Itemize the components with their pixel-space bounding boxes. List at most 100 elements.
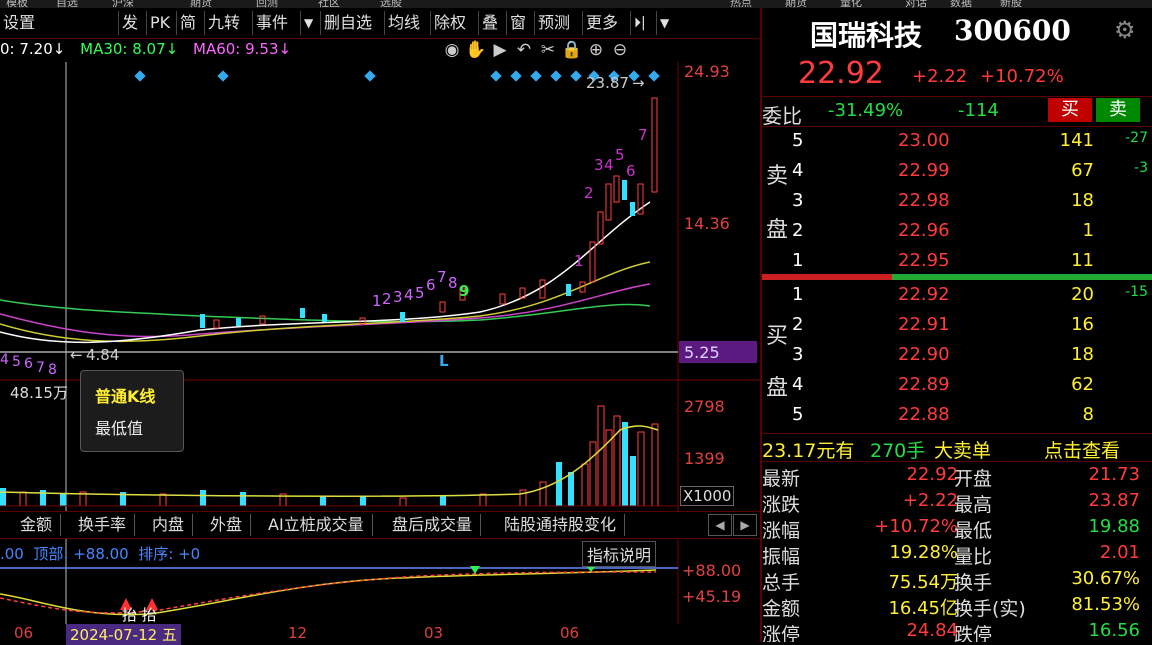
- buy-level-5: 5 22.88 8: [792, 404, 1094, 425]
- indicator-tabs: 金额 换手率 内盘 外盘 AI立桩成交量 盘后成交量 陆股通持股变化 ◀ ▶: [0, 511, 760, 539]
- sell-level-3: 3 22.98 18: [792, 190, 1094, 211]
- ex-rights-button[interactable]: 除权: [430, 11, 469, 35]
- price-axis-mid: 14.36: [684, 214, 730, 233]
- toolbar-button-pk[interactable]: PK: [146, 11, 173, 35]
- divider: [762, 433, 1152, 434]
- hand-icon[interactable]: ✋: [464, 40, 488, 60]
- indicator-explain-button[interactable]: 指标说明: [582, 541, 657, 567]
- menu-item[interactable]: 量化: [840, 0, 862, 8]
- menu-item[interactable]: 选股: [380, 0, 402, 8]
- indicator-line-red: [0, 571, 657, 614]
- forecast-button[interactable]: 预测: [534, 11, 573, 35]
- settings-button[interactable]: 设置: [0, 11, 38, 35]
- menu-item[interactable]: 对话: [905, 0, 927, 8]
- play-icon[interactable]: ▶: [488, 40, 512, 60]
- order-balance-bar-sell: [762, 274, 892, 280]
- indicator-axis-top: +88.00: [682, 561, 742, 580]
- menu-item[interactable]: 沪深: [112, 0, 134, 8]
- indicator-marker: [470, 566, 480, 574]
- toolbar-button-jiuzhuan[interactable]: 九转: [204, 11, 243, 35]
- tab-ai-volume[interactable]: AI立桩成交量: [260, 514, 373, 536]
- menu-item[interactable]: 社区: [318, 0, 340, 8]
- ma60-value: MA60: 9.53↓: [193, 40, 292, 58]
- divider: [762, 461, 1152, 462]
- weibi-label: 委比: [762, 104, 802, 128]
- toolbar-button-simple[interactable]: 简: [176, 11, 199, 35]
- more-button[interactable]: 更多: [582, 11, 621, 35]
- event-markers[interactable]: [134, 70, 660, 82]
- tab-inner[interactable]: 内盘: [144, 514, 194, 536]
- zoom-out-icon[interactable]: ⊖: [608, 40, 632, 60]
- indicator-line-yellow: [0, 569, 657, 616]
- sell-level-2: 2 22.96 1: [792, 220, 1094, 241]
- count2-6: 6: [626, 162, 636, 180]
- scroll-right-button[interactable]: ▶: [733, 514, 757, 536]
- date-tick: 06: [14, 624, 34, 642]
- ma30-value: MA30: 8.07↓: [80, 40, 179, 58]
- lock-icon[interactable]: 🔒: [560, 40, 584, 60]
- window-button[interactable]: 窗: [506, 11, 529, 35]
- kline-tooltip: 普通K线 最低值: [80, 370, 184, 452]
- buy-level-2: 2 22.91 16: [792, 314, 1094, 335]
- scissors-icon[interactable]: ✂: [536, 40, 560, 60]
- count-bottom-6: 6: [24, 356, 33, 372]
- remove-watchlist-button[interactable]: 删自选: [320, 11, 375, 35]
- menu-item[interactable]: 期货: [785, 0, 807, 8]
- weibi-diff: -114: [958, 100, 999, 121]
- gear-icon[interactable]: ⚙: [1114, 16, 1136, 44]
- price-axis-low: 5.25: [684, 343, 720, 362]
- count-7: 7: [437, 268, 447, 286]
- zoom-in-icon[interactable]: ⊕: [584, 40, 608, 60]
- buy-button[interactable]: 买: [1048, 98, 1092, 122]
- toolbar-button-fa[interactable]: 发: [118, 11, 141, 35]
- overlay-button[interactable]: 叠: [478, 11, 501, 35]
- indicator-markers-text: 抬 抬: [122, 606, 157, 624]
- skip-end-icon[interactable]: ⏵|: [630, 11, 649, 35]
- menu-item[interactable]: 模板: [6, 0, 28, 8]
- date-axis: 06 2024-07-12 五 12 03 06: [0, 624, 680, 645]
- volume-axis-mid: 1399: [684, 449, 725, 468]
- tab-turnover[interactable]: 换手率: [70, 514, 136, 536]
- scroll-left-button[interactable]: ◀: [708, 514, 732, 536]
- sell-button[interactable]: 卖: [1096, 98, 1140, 122]
- volume-unit: X1000: [680, 486, 735, 506]
- events-dropdown-button[interactable]: ▼: [300, 11, 316, 35]
- tooltip-title: 普通K线: [95, 387, 156, 406]
- menu-item[interactable]: 回测: [256, 0, 278, 8]
- menu-item[interactable]: 自选: [56, 0, 78, 8]
- eye-icon[interactable]: ◉: [440, 40, 464, 60]
- tab-after-hours-volume[interactable]: 盘后成交量: [384, 514, 482, 536]
- undo-icon[interactable]: ↶: [512, 40, 536, 60]
- date-tick: 12: [288, 624, 308, 642]
- count-bottom-5: 5: [12, 354, 21, 370]
- count2-2: 2: [584, 184, 594, 202]
- chart-toolbar: 设置 发 PK 简 九转 事件 ▼ 删自选 均线 除权 叠 窗 预测 更多 ⏵|…: [0, 8, 760, 39]
- view-details-link[interactable]: 点击查看: [1044, 436, 1120, 463]
- top-menu-strip: 模板 自选 沪深 期货 回测 社区 选股 热点 期货 量化 对话 数据 新股: [0, 0, 1152, 8]
- price-axis-top: 24.93: [684, 62, 730, 81]
- menu-item[interactable]: 热点: [730, 0, 752, 8]
- tab-hk-connect[interactable]: 陆股通持股变化: [496, 514, 626, 536]
- count2-5: 5: [615, 146, 625, 164]
- count-1: 1: [372, 292, 382, 310]
- count-bottom-8: 8: [48, 362, 57, 378]
- ma-button[interactable]: 均线: [384, 11, 423, 35]
- sell-level-4: 4 22.99 67 -3: [792, 160, 1148, 181]
- tab-amount[interactable]: 金额: [12, 514, 62, 536]
- menu-item[interactable]: 数据: [950, 0, 972, 8]
- count-bottom-7: 7: [36, 360, 45, 376]
- big-order-type: 大卖单: [934, 440, 992, 462]
- buy-level-1: 1 22.92 20 -15: [792, 284, 1148, 305]
- toolbar-button-events[interactable]: 事件: [252, 11, 291, 35]
- big-order-price: 23.17元有: [762, 440, 855, 462]
- price-change: +2.22: [912, 66, 968, 87]
- menu-item[interactable]: 期货: [190, 0, 212, 8]
- tooltip-line: 最低值: [95, 419, 144, 438]
- count-8: 8: [448, 274, 458, 292]
- more-dropdown-button[interactable]: ▼: [656, 11, 672, 35]
- chart-canvas[interactable]: [0, 62, 760, 624]
- menu-item[interactable]: 新股: [1000, 0, 1022, 8]
- volume-axis-top: 2798: [684, 397, 725, 416]
- tab-outer[interactable]: 外盘: [202, 514, 252, 536]
- chart-tool-icons: ◉ ✋ ▶ ↶ ✂ 🔒 ⊕ ⊖: [440, 40, 632, 62]
